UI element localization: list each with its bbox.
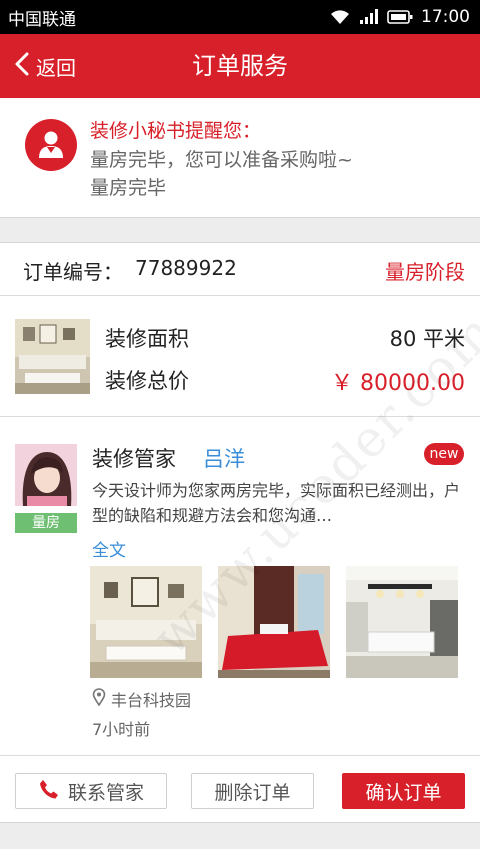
order-number-label: 订单编号： <box>23 260 123 284</box>
user-icon <box>25 119 77 171</box>
action-bar: 联系管家 删除订单 确认订单 <box>0 757 480 823</box>
signal-icon <box>359 9 379 25</box>
full-text-link[interactable]: 全文 <box>92 536 126 561</box>
area-value: 80 平米 <box>389 327 465 351</box>
order-info-row: 装修面积 80 平米 装修总价 ￥ 80000.00 <box>0 297 480 417</box>
reminder-panel: 装修小秘书提醒您： 量房完毕，您可以准备采购啦~ 量房完毕 <box>0 98 480 218</box>
order-number-row: 订单编号： 77889922 量房阶段 <box>0 243 480 296</box>
nav-bar: 返回 订单服务 <box>0 34 480 98</box>
avatar[interactable] <box>15 444 77 506</box>
contact-manager-button[interactable]: 联系管家 <box>15 773 167 809</box>
phone-icon <box>38 778 60 805</box>
location: 丰台科技园 <box>92 687 191 711</box>
order-stage: 量房阶段 <box>385 260 465 284</box>
update-text: 今天设计师为您家两房完毕，实际面积已经测出，户型的缺陷和规避方法会和您沟通… <box>92 481 461 525</box>
reminder-title: 装修小秘书提醒您： <box>90 120 262 142</box>
contact-manager-label: 联系管家 <box>67 781 144 804</box>
battery-icon <box>387 9 413 25</box>
price-value: ￥ 80000.00 <box>331 371 465 396</box>
status-bar: 中国联通 17:00 <box>0 0 480 34</box>
order-card: 订单编号： 77889922 量房阶段 装修面积 80 平米 装修总价 ￥ 80… <box>0 242 480 823</box>
clock: 17:00 <box>421 7 470 27</box>
price-label: 装修总价 <box>105 369 189 393</box>
confirm-order-button[interactable]: 确认订单 <box>342 773 465 809</box>
manager-update: 量房 装修管家 吕洋 new 今天设计师为您家两房完毕，实际面积已经测出，户型的… <box>0 418 480 756</box>
area-label: 装修面积 <box>105 327 189 351</box>
manager-label: 装修管家 <box>92 447 176 471</box>
reminder-message: 量房完毕，您可以准备采购啦~ <box>90 149 353 171</box>
carrier-label: 中国联通 <box>8 9 76 30</box>
back-label: 返回 <box>36 55 76 80</box>
wifi-icon <box>329 9 351 25</box>
manager-name-link[interactable]: 吕洋 <box>203 443 245 473</box>
photo-kitchen[interactable] <box>346 566 458 678</box>
chevron-left-icon <box>14 52 30 81</box>
order-number: 77889922 <box>135 256 237 280</box>
post-time: 7小时前 <box>92 720 151 739</box>
new-badge: new <box>424 443 464 465</box>
photo-living-room[interactable] <box>90 566 202 678</box>
status-icons: 17:00 <box>329 7 470 27</box>
reminder-subtext: 量房完毕 <box>90 177 167 199</box>
delete-order-button[interactable]: 删除订单 <box>191 773 314 809</box>
photo-bedroom[interactable] <box>218 566 330 678</box>
location-label: 丰台科技园 <box>111 691 192 710</box>
location-pin-icon <box>92 688 106 710</box>
house-thumbnail <box>15 319 90 394</box>
stage-tag: 量房 <box>15 513 77 533</box>
back-button[interactable]: 返回 <box>14 34 76 98</box>
